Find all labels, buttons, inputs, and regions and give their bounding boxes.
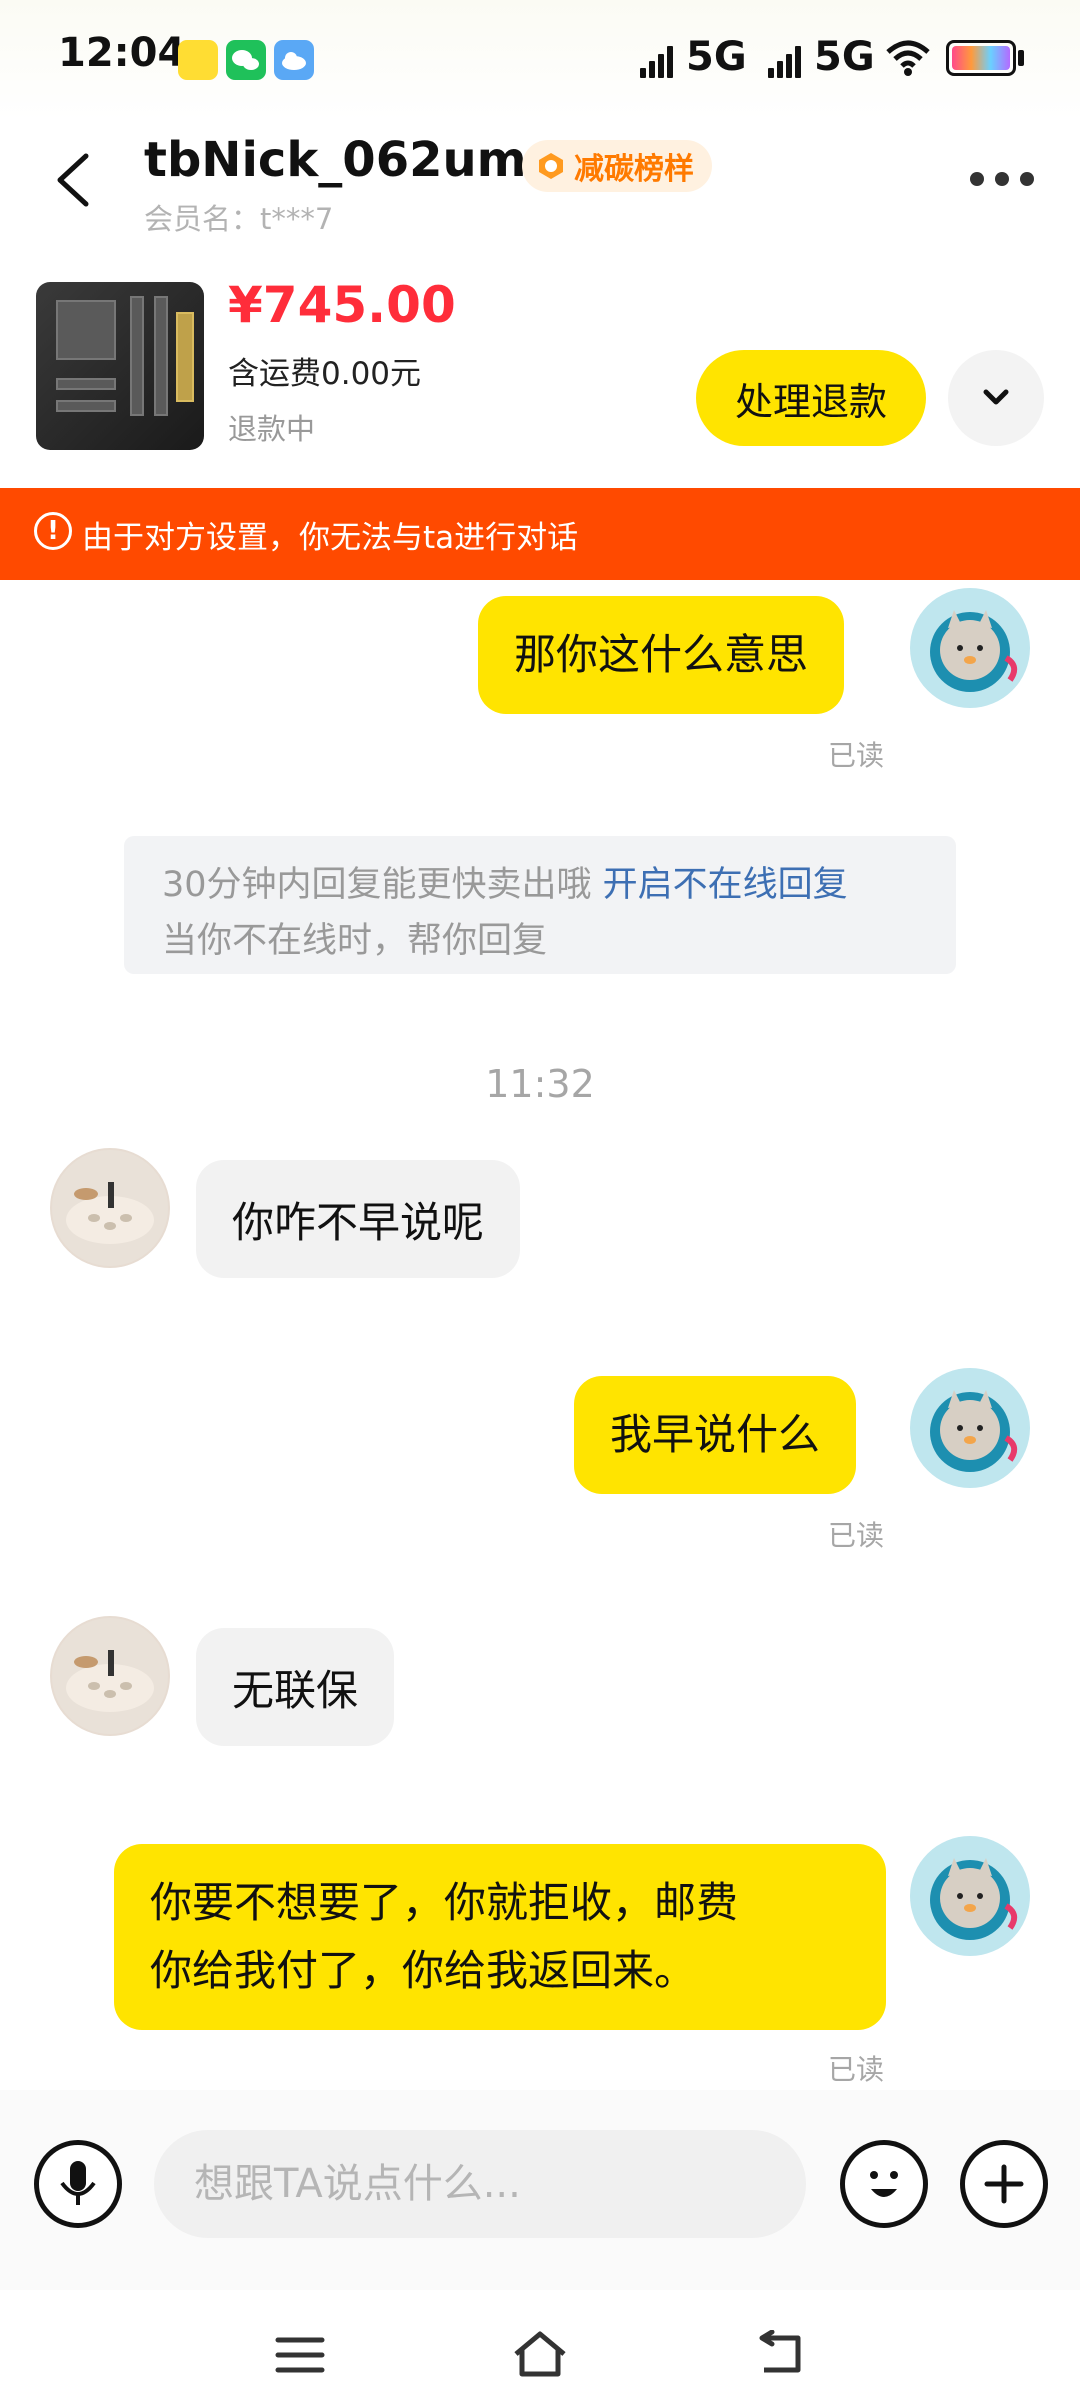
notice-subtext: 当你不在线时，帮你回复 (162, 921, 548, 961)
network-type-2: 5G (814, 34, 875, 80)
message-bubble-received[interactable]: 你咋不早说呢 (196, 1160, 521, 1278)
contact-avatar[interactable] (50, 1148, 170, 1268)
menu-icon[interactable] (274, 2334, 326, 2376)
home-icon[interactable] (510, 2328, 570, 2380)
read-receipt: 已读 (828, 739, 885, 772)
message-input[interactable] (154, 2130, 806, 2238)
message-bubble-sent[interactable]: 我早说什么 (574, 1376, 857, 1494)
contact-avatar[interactable] (50, 1616, 170, 1736)
my-avatar[interactable] (910, 1368, 1030, 1488)
product-thumbnail[interactable] (36, 282, 204, 450)
status-bar: 12:04 5G 5G (0, 0, 1080, 120)
my-avatar[interactable] (910, 1836, 1030, 1956)
system-notice: 30分钟内回复能更快卖出哦 开启不在线回复 当你不在线时，帮你回复 (124, 836, 956, 974)
warning-banner: ! 由于对方设置，你无法与ta进行对话 (0, 488, 1080, 580)
battery-icon (946, 40, 1016, 76)
refund-status: 退款中 (228, 412, 316, 446)
message-bubble-sent[interactable]: 你要不想要了，你就拒收，邮费 你给我付了，你给我返回来。 (114, 1844, 886, 2030)
contact-nickname[interactable]: tbNick_062um (144, 132, 527, 188)
wifi-icon (886, 40, 930, 76)
carbon-badge[interactable]: 减碳榜样 (522, 140, 712, 192)
expand-button[interactable] (948, 350, 1044, 446)
read-receipt: 已读 (828, 1519, 885, 1552)
status-time: 12:04 (58, 30, 186, 76)
message-bubble-received[interactable]: 无联保 (196, 1628, 395, 1746)
notice-text: 30分钟内回复能更快卖出哦 (162, 865, 603, 905)
warning-text: 由于对方设置，你无法与ta进行对话 (82, 520, 579, 556)
my-avatar[interactable] (910, 588, 1030, 708)
leaf-badge-icon (539, 153, 563, 179)
back-nav-icon[interactable] (752, 2330, 808, 2378)
emoji-button[interactable] (840, 2140, 928, 2228)
network-type-1: 5G (686, 34, 747, 80)
chat-timestamp: 11:32 (485, 1062, 595, 1106)
message-text: 你咋不早说呢 (232, 1197, 485, 1247)
shipping-fee: 含运费0.00元 (228, 356, 422, 392)
app-icon-yellow (178, 40, 218, 80)
signal-icon (640, 44, 680, 78)
signal-icon (768, 44, 808, 78)
system-nav-bar (0, 2290, 1080, 2400)
alert-icon: ! (34, 512, 72, 550)
voice-input-button[interactable] (34, 2140, 122, 2228)
message-text: 那你这什么意思 (514, 630, 809, 679)
message-text-line: 你要不想要了，你就拒收，邮费 (150, 1878, 739, 1927)
chevron-down-icon (983, 389, 1009, 405)
read-receipt: 已读 (828, 2053, 885, 2086)
message-text: 我早说什么 (610, 1410, 821, 1459)
wechat-icon (226, 40, 266, 80)
microphone-icon (60, 2161, 96, 2205)
more-actions-button[interactable] (960, 2140, 1048, 2228)
message-bubble-sent[interactable]: 那你这什么意思 (478, 596, 845, 714)
back-arrow-icon[interactable] (50, 152, 98, 208)
enable-offline-reply-link[interactable]: 开启不在线回复 (603, 865, 848, 905)
weather-icon (274, 40, 314, 80)
product-price: ¥745.00 (228, 276, 456, 334)
process-refund-button[interactable]: 处理退款 (696, 350, 926, 446)
message-text: 无联保 (232, 1665, 359, 1715)
message-text-line: 你给我付了，你给我返回来。 (150, 1946, 697, 1995)
member-name: 会员名：t***7 (144, 202, 334, 236)
more-options-icon[interactable] (970, 172, 1034, 188)
emoji-icon (870, 2171, 898, 2197)
notice-line: 30分钟内回复能更快卖出哦 开启不在线回复 (162, 856, 848, 907)
badge-label: 减碳榜样 (574, 152, 694, 187)
plus-icon (984, 2164, 1024, 2204)
battery-tip (1018, 50, 1024, 66)
